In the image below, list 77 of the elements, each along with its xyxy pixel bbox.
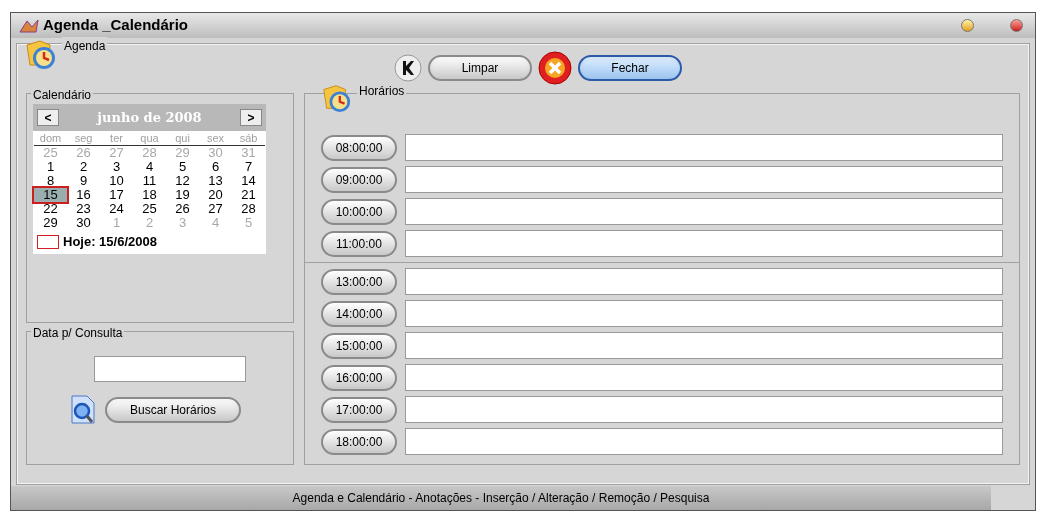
calendar-day[interactable]: 2 [67, 160, 100, 174]
time-label: 14:00:00 [321, 300, 397, 327]
today-marker-icon [37, 234, 59, 249]
calendar-day[interactable]: 10 [100, 174, 133, 188]
calendar-day[interactable]: 26 [166, 202, 199, 216]
calendar-day[interactable]: 22 [34, 202, 67, 216]
calendar-day[interactable]: 27 [199, 202, 232, 216]
appointment-input-field[interactable] [405, 300, 1003, 327]
text-button[interactable]: Limpar [428, 55, 532, 81]
agenda-folder-clock-icon [24, 37, 58, 71]
month-label: junho de 2008 [97, 108, 202, 127]
time-label: 08:00:00 [321, 134, 397, 161]
time-label: 10:00:00 [321, 198, 397, 225]
weekday-label: sex [205, 131, 226, 145]
calendar-day[interactable]: 29 [34, 216, 67, 230]
calendar-day[interactable]: 11 [133, 174, 166, 188]
close-button[interactable] [1010, 19, 1023, 32]
close-circle-icon[interactable] [538, 51, 572, 85]
appointment-input-field[interactable] [405, 134, 1003, 161]
calendar-day[interactable]: 24 [100, 202, 133, 216]
calendar-day[interactable]: 16 [67, 188, 100, 202]
calendar-day[interactable]: 1 [34, 160, 67, 174]
previous-month-button[interactable]: < [37, 109, 59, 126]
calendar-day[interactable]: 3 [100, 160, 133, 174]
time-label: 13:00:00 [321, 268, 397, 295]
time-label: 15:00:00 [321, 332, 397, 359]
calendar-day[interactable]: 28 [232, 202, 265, 216]
text-button[interactable]: Fechar [578, 55, 682, 81]
calendar-day[interactable]: 25 [133, 202, 166, 216]
status-text: Agenda e Calendário - Anotações - Inserção / Alteração / Remoção / Pesquisa [292, 490, 710, 507]
calendar-day[interactable]: 13 [199, 174, 232, 188]
appointment-input-field[interactable] [405, 396, 1003, 423]
weekday-label: sáb [238, 131, 259, 145]
time-label: 18:00:00 [321, 428, 397, 455]
first-record-icon[interactable] [394, 54, 422, 82]
alarm-clock-icon [321, 82, 353, 114]
search-schedule-button[interactable]: Buscar Horários [105, 397, 241, 423]
weekday-label: qui [174, 131, 191, 145]
calendar-day[interactable]: 30 [67, 216, 100, 230]
app-icon [19, 17, 39, 34]
calendar-day[interactable]: 5 [166, 160, 199, 174]
document-search-icon [69, 394, 97, 426]
calendar-day[interactable]: 6 [199, 160, 232, 174]
time-label: 16:00:00 [321, 364, 397, 391]
calendar-day[interactable]: 7 [232, 160, 265, 174]
calendar-day[interactable]: 15 [34, 188, 67, 202]
calendar-day[interactable]: 14 [232, 174, 265, 188]
today-label: Hoje: 15/6/2008 [63, 233, 157, 251]
time-label: 17:00:00 [321, 396, 397, 423]
appointment-input-field[interactable] [405, 332, 1003, 359]
calendar-day[interactable]: 4 [133, 160, 166, 174]
appointment-input-field[interactable] [405, 166, 1003, 193]
appointment-input-field[interactable] [405, 428, 1003, 455]
weekday-label: seg [73, 131, 94, 145]
calendar-day[interactable]: 23 [67, 202, 100, 216]
calendar-day[interactable]: 18 [133, 188, 166, 202]
calendar-day[interactable]: 20 [199, 188, 232, 202]
weekday-label: dom [38, 131, 63, 145]
calendar-day[interactable]: 21 [232, 188, 265, 202]
appointment-input-field[interactable] [405, 364, 1003, 391]
appointment-input-field[interactable] [405, 198, 1003, 225]
time-label: 09:00:00 [321, 166, 397, 193]
appointment-input-field[interactable] [405, 268, 1003, 295]
window-title: Agenda _Calendário [43, 15, 189, 36]
calendar-day[interactable]: 9 [67, 174, 100, 188]
weekday-label: ter [109, 131, 124, 145]
calendar-day[interactable]: 17 [100, 188, 133, 202]
appointment-input-field[interactable] [405, 230, 1003, 257]
next-month-button[interactable]: > [240, 109, 262, 126]
weekday-label: qua [139, 131, 160, 145]
minimize-button[interactable] [961, 19, 974, 32]
group-legend: Agenda [62, 37, 108, 55]
date-input-field[interactable] [94, 356, 246, 382]
calendar-day[interactable]: 12 [166, 174, 199, 188]
time-label: 11:00:00 [321, 230, 397, 257]
calendar-day[interactable]: 8 [34, 174, 67, 188]
calendar-day[interactable]: 19 [166, 188, 199, 202]
